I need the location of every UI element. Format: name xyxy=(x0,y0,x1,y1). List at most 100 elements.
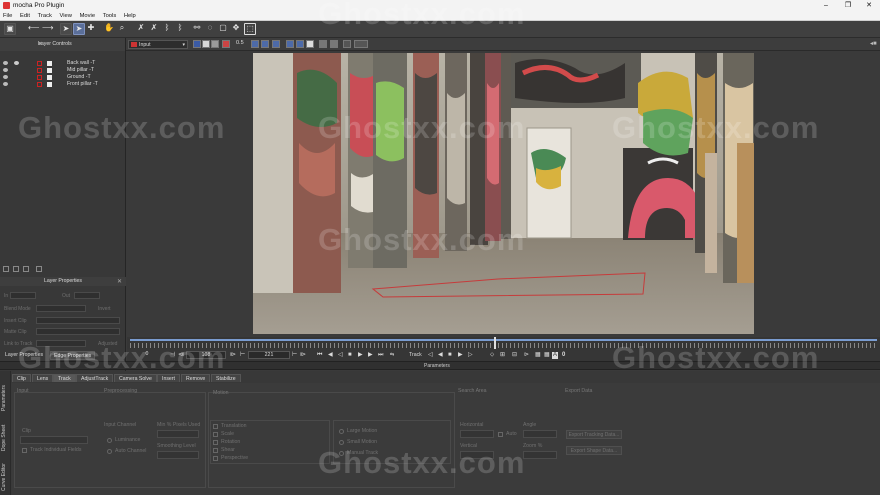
layer-color-swatch[interactable] xyxy=(47,75,52,80)
hand-tool-icon[interactable]: ✋ xyxy=(104,23,116,35)
show-layer-outlines-icon[interactable] xyxy=(251,40,259,48)
eye-icon[interactable] xyxy=(3,61,8,65)
link-tool-icon[interactable]: ⚯ xyxy=(192,23,204,35)
step-forward-icon[interactable]: ▶ xyxy=(368,352,373,359)
insert-clip-select[interactable] xyxy=(36,317,120,324)
vtab-parameters[interactable]: Parameters xyxy=(1,385,7,411)
duplicate-layer-icon[interactable] xyxy=(13,266,19,272)
lock-icon[interactable] xyxy=(37,61,42,66)
track-backwards-frame-icon[interactable]: ◁ xyxy=(428,352,433,359)
matte-clip-select[interactable] xyxy=(36,328,120,335)
keyframe-icon[interactable]: ⬦ xyxy=(490,352,494,359)
go-to-out-icon[interactable]: ⧐ xyxy=(230,352,236,359)
add-bspline-icon[interactable]: ᛒ xyxy=(175,23,187,35)
eye-icon[interactable] xyxy=(3,75,8,79)
track-stop-icon[interactable]: ■ xyxy=(448,352,452,359)
minimize-button[interactable]: – xyxy=(818,0,834,11)
first-frame-icon[interactable]: ⏮ xyxy=(317,352,322,359)
in-point-field[interactable] xyxy=(10,292,36,299)
large-motion-radio[interactable] xyxy=(339,429,344,434)
keyframe-type-icon[interactable]: ▦ xyxy=(544,352,550,359)
show-insert-icon[interactable] xyxy=(306,40,314,48)
close-panel-icon[interactable]: ✕ xyxy=(117,278,122,285)
layer-color-swatch[interactable] xyxy=(47,82,52,87)
zoom-level[interactable]: 0.5 xyxy=(236,40,244,46)
trash-icon[interactable] xyxy=(36,266,42,272)
last-frame-icon[interactable]: ⏭ xyxy=(378,352,383,359)
show-spline-tangents-icon[interactable] xyxy=(286,40,294,48)
export-shape-data-button[interactable]: Export Shape Data... xyxy=(566,446,622,455)
zoom-tool-icon[interactable]: ⌕ xyxy=(117,23,129,35)
close-button[interactable]: ✕ xyxy=(861,0,877,11)
save-icon[interactable]: ▣ xyxy=(4,23,16,35)
smoothing-level-field[interactable] xyxy=(157,451,199,459)
layer-row[interactable]: Mid pillar -T xyxy=(0,67,125,74)
menu-file[interactable]: File xyxy=(3,13,12,19)
layer-row[interactable]: Front pillar -T xyxy=(0,81,125,88)
auto-horizontal-checkbox[interactable] xyxy=(498,432,503,437)
play-icon[interactable]: ▶ xyxy=(358,352,363,359)
out-point-field[interactable] xyxy=(74,292,100,299)
min-pixels-used-field[interactable] xyxy=(157,430,199,438)
new-layer-icon[interactable] xyxy=(3,266,9,272)
magnetic-tool-icon[interactable]: ◌ xyxy=(205,23,217,35)
create-xspline-icon[interactable]: ✗ xyxy=(136,23,148,35)
next-keyframe-icon[interactable]: ⊳ xyxy=(524,352,529,359)
panel-menu-icon[interactable]: ◂■ xyxy=(870,40,877,47)
add-point-tool-icon[interactable]: ✚ xyxy=(86,23,98,35)
stabilize-view-icon[interactable] xyxy=(319,40,327,48)
horizontal-search-field[interactable] xyxy=(460,430,494,438)
auto-channel-radio[interactable] xyxy=(107,449,112,454)
layer-row[interactable]: Ground -T xyxy=(0,74,125,81)
lock-icon[interactable] xyxy=(37,75,42,80)
trace-view-icon[interactable] xyxy=(330,40,338,48)
delete-keyframe-icon[interactable]: ⊟ xyxy=(512,352,517,359)
menu-edit[interactable]: Edit xyxy=(20,13,30,19)
prev-keyframe-icon[interactable]: ◀ xyxy=(328,352,333,359)
vtab-curve-editor[interactable]: Curve Editor xyxy=(1,463,7,491)
group-layer-icon[interactable] xyxy=(23,266,29,272)
track-forwards-frame-icon[interactable]: ▷ xyxy=(468,352,473,359)
track-toggle-icon[interactable] xyxy=(14,61,19,65)
menu-track[interactable]: Track xyxy=(38,13,52,19)
menu-tools[interactable]: Tools xyxy=(103,13,117,19)
layer-color-swatch[interactable] xyxy=(47,61,52,66)
track-backwards-icon[interactable]: ◀ xyxy=(438,352,443,359)
end-frame-field[interactable]: 221 xyxy=(248,351,290,359)
lock-icon[interactable] xyxy=(37,82,42,87)
scale-checkbox[interactable] xyxy=(213,432,218,437)
maximize-button[interactable]: ❐ xyxy=(840,0,856,11)
layer-row[interactable]: Back wall -T xyxy=(0,60,125,67)
vtab-dope-sheet[interactable]: Dope Sheet xyxy=(1,425,7,451)
range-end-icon[interactable]: ⊢ xyxy=(292,352,297,359)
show-grid-icon[interactable] xyxy=(272,40,280,48)
blend-mode-select[interactable] xyxy=(36,305,86,312)
stop-icon[interactable]: ■ xyxy=(348,352,352,359)
add-keyframe-icon[interactable]: ⊞ xyxy=(500,352,505,359)
step-back-icon[interactable]: ◁ xyxy=(338,352,343,359)
zoom-field[interactable] xyxy=(523,451,557,459)
luminance-radio[interactable] xyxy=(107,438,112,443)
create-bspline-icon[interactable]: ᛒ xyxy=(162,23,174,35)
menu-help[interactable]: Help xyxy=(124,13,136,19)
track-individual-fields-checkbox[interactable] xyxy=(22,448,27,453)
view-mode-icon[interactable] xyxy=(193,40,201,48)
footage-frame[interactable] xyxy=(253,53,754,334)
menu-view[interactable]: View xyxy=(60,13,72,19)
transform-tool-icon[interactable]: ✥ xyxy=(231,23,243,35)
viewer-option-icon[interactable] xyxy=(354,40,368,48)
undo-icon[interactable]: ⟵ xyxy=(28,23,40,35)
perspective-checkbox[interactable] xyxy=(213,456,218,461)
translation-checkbox[interactable] xyxy=(213,424,218,429)
track-forwards-icon[interactable]: ▶ xyxy=(458,352,463,359)
rotation-checkbox[interactable] xyxy=(213,440,218,445)
loop-icon[interactable]: ⇆ xyxy=(390,352,394,359)
export-tracking-data-button[interactable]: Export Tracking Data... xyxy=(566,430,622,439)
add-xspline-icon[interactable]: ✗ xyxy=(149,23,161,35)
keyframe-mode-icon[interactable]: ▦ xyxy=(535,352,541,359)
eye-icon[interactable] xyxy=(3,82,8,86)
set-out-point-icon[interactable]: ⊢ xyxy=(240,352,245,359)
gear-icon[interactable] xyxy=(343,40,351,48)
surface-tool-icon[interactable]: ⬚ xyxy=(244,23,256,35)
select-multi-tool-icon[interactable]: ➤ xyxy=(73,23,85,35)
